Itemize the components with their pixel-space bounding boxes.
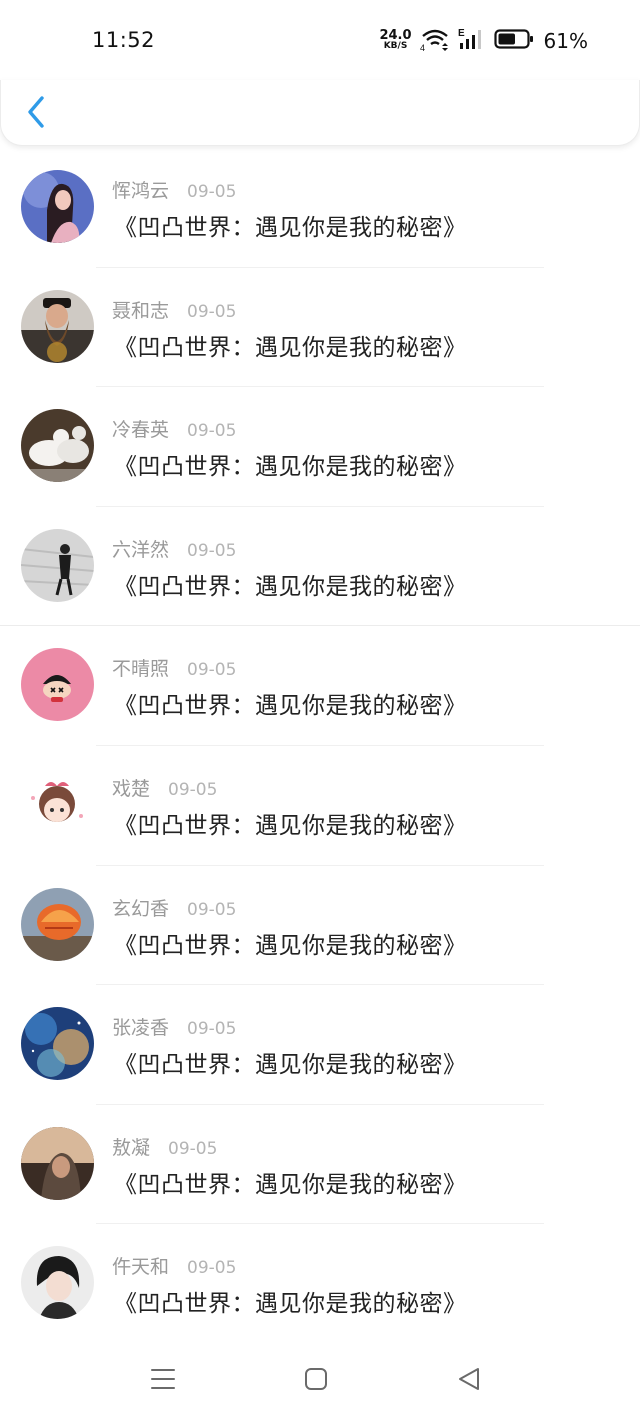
cellular-signal-icon: E <box>458 27 486 55</box>
comment-meta: 玄幻香 09-05 <box>112 894 236 921</box>
list-item[interactable]: 戏楚 09-05 《凹凸世界：遇见你是我的秘密》 <box>0 746 640 866</box>
user-name[interactable]: 聂和志 <box>112 300 169 322</box>
user-name[interactable]: 冷春英 <box>112 419 169 441</box>
list-item[interactable]: 冷春英 09-05 《凹凸世界：遇见你是我的秘密》 <box>0 387 640 507</box>
comment-text[interactable]: 《凹凸世界：遇见你是我的秘密》 <box>114 328 467 362</box>
comment-list: 恽鸿云 09-05 《凹凸世界：遇见你是我的秘密》 聂和志 09-05 《凹凸世界：… <box>0 148 640 1344</box>
menu-icon <box>150 1369 176 1396</box>
status-time: 11:52 <box>92 28 156 52</box>
comment-date: 09-05 <box>187 540 237 561</box>
comment-date: 09-05 <box>187 182 237 202</box>
home-button[interactable] <box>304 1366 328 1396</box>
home-square-icon <box>304 1368 328 1396</box>
avatar[interactable] <box>21 528 94 602</box>
network-speed: 24.0 KB/S <box>379 28 412 51</box>
user-name[interactable]: 戏楚 <box>112 778 150 800</box>
comment-date: 09-05 <box>187 660 237 681</box>
comment-meta: 张凌香 09-05 <box>112 1013 236 1040</box>
comment-meta: 冷春英 09-05 <box>112 415 236 442</box>
system-nav-bar <box>0 1340 640 1422</box>
comment-date: 09-05 <box>187 1258 237 1279</box>
comment-date: 09-05 <box>168 779 218 800</box>
avatar[interactable] <box>21 170 94 243</box>
avatar[interactable] <box>21 1126 94 1200</box>
comment-date: 09-05 <box>187 421 237 442</box>
list-item[interactable]: 玄幻香 09-05 《凹凸世界：遇见你是我的秘密》 <box>0 866 640 986</box>
list-item[interactable]: 恽鸿云 09-05 《凹凸世界：遇见你是我的秘密》 <box>0 148 640 268</box>
back-button[interactable] <box>21 94 53 130</box>
avatar[interactable] <box>21 887 94 961</box>
comment-text[interactable]: 《凹凸世界：遇见你是我的秘密》 <box>114 686 467 720</box>
user-name[interactable]: 六洋然 <box>112 539 169 561</box>
avatar[interactable] <box>21 289 94 363</box>
comment-meta: 六洋然 09-05 <box>112 535 236 562</box>
comment-meta: 聂和志 09-05 <box>112 296 236 323</box>
comment-meta: 不晴照 09-05 <box>112 654 236 681</box>
user-name[interactable]: 玄幻香 <box>112 898 169 920</box>
list-item[interactable]: 仵天和 09-05 《凹凸世界：遇见你是我的秘密》 <box>0 1224 640 1344</box>
system-back-button[interactable] <box>456 1366 482 1396</box>
comment-meta: 仵天和 09-05 <box>112 1252 236 1279</box>
svg-text:4: 4 <box>420 43 425 51</box>
list-item[interactable]: 敖凝 09-05 《凹凸世界：遇见你是我的秘密》 <box>0 1105 640 1225</box>
user-name[interactable]: 恽鸿云 <box>112 180 169 202</box>
user-name[interactable]: 不晴照 <box>112 658 169 680</box>
list-item[interactable]: 聂和志 09-05 《凹凸世界：遇见你是我的秘密》 <box>0 268 640 388</box>
avatar[interactable] <box>21 648 94 722</box>
back-triangle-icon <box>456 1368 482 1396</box>
avatar[interactable] <box>21 1007 94 1081</box>
chevron-left-icon <box>21 96 53 134</box>
battery-icon <box>493 28 534 54</box>
network-speed-unit: KB/S <box>383 41 408 51</box>
user-name[interactable]: 敖凝 <box>112 1137 150 1159</box>
wifi-icon: 4 <box>420 27 450 55</box>
user-name[interactable]: 张凌香 <box>112 1017 169 1039</box>
comment-meta: 戏楚 09-05 <box>112 774 217 801</box>
list-item[interactable]: 六洋然 09-05 《凹凸世界：遇见你是我的秘密》 <box>0 507 640 627</box>
comment-text[interactable]: 《凹凸世界：遇见你是我的秘密》 <box>114 1045 467 1079</box>
comment-text[interactable]: 《凹凸世界：遇见你是我的秘密》 <box>114 1284 467 1318</box>
comment-text[interactable]: 《凹凸世界：遇见你是我的秘密》 <box>114 1165 467 1199</box>
avatar[interactable] <box>21 767 94 841</box>
comment-meta: 恽鸿云 09-05 <box>112 176 236 203</box>
avatar[interactable] <box>21 1246 94 1320</box>
comment-text[interactable]: 《凹凸世界：遇见你是我的秘密》 <box>114 208 467 242</box>
comment-text[interactable]: 《凹凸世界：遇见你是我的秘密》 <box>114 926 467 960</box>
svg-text:E: E <box>458 28 465 39</box>
comment-text[interactable]: 《凹凸世界：遇见你是我的秘密》 <box>114 806 467 840</box>
comment-text[interactable]: 《凹凸世界：遇见你是我的秘密》 <box>114 567 467 601</box>
battery-percent: 61% <box>543 29 588 53</box>
network-speed-value: 24.0 <box>379 28 412 43</box>
comment-date: 09-05 <box>187 1019 237 1040</box>
avatar[interactable] <box>21 409 94 483</box>
comment-meta: 敖凝 09-05 <box>112 1133 217 1160</box>
status-bar: 11:52 24.0 KB/S 4 E 61% <box>0 0 640 80</box>
comment-date: 09-05 <box>187 301 237 322</box>
status-indicators: 24.0 KB/S 4 E 61% <box>379 28 588 54</box>
user-name[interactable]: 仵天和 <box>112 1256 169 1278</box>
list-item[interactable]: 不晴照 09-05 《凹凸世界：遇见你是我的秘密》 <box>0 626 640 746</box>
comment-date: 09-05 <box>187 899 237 920</box>
menu-button[interactable] <box>150 1366 176 1396</box>
list-item[interactable]: 张凌香 09-05 《凹凸世界：遇见你是我的秘密》 <box>0 985 640 1105</box>
top-header <box>0 80 640 146</box>
comment-date: 09-05 <box>168 1138 218 1159</box>
comment-text[interactable]: 《凹凸世界：遇见你是我的秘密》 <box>114 447 467 481</box>
